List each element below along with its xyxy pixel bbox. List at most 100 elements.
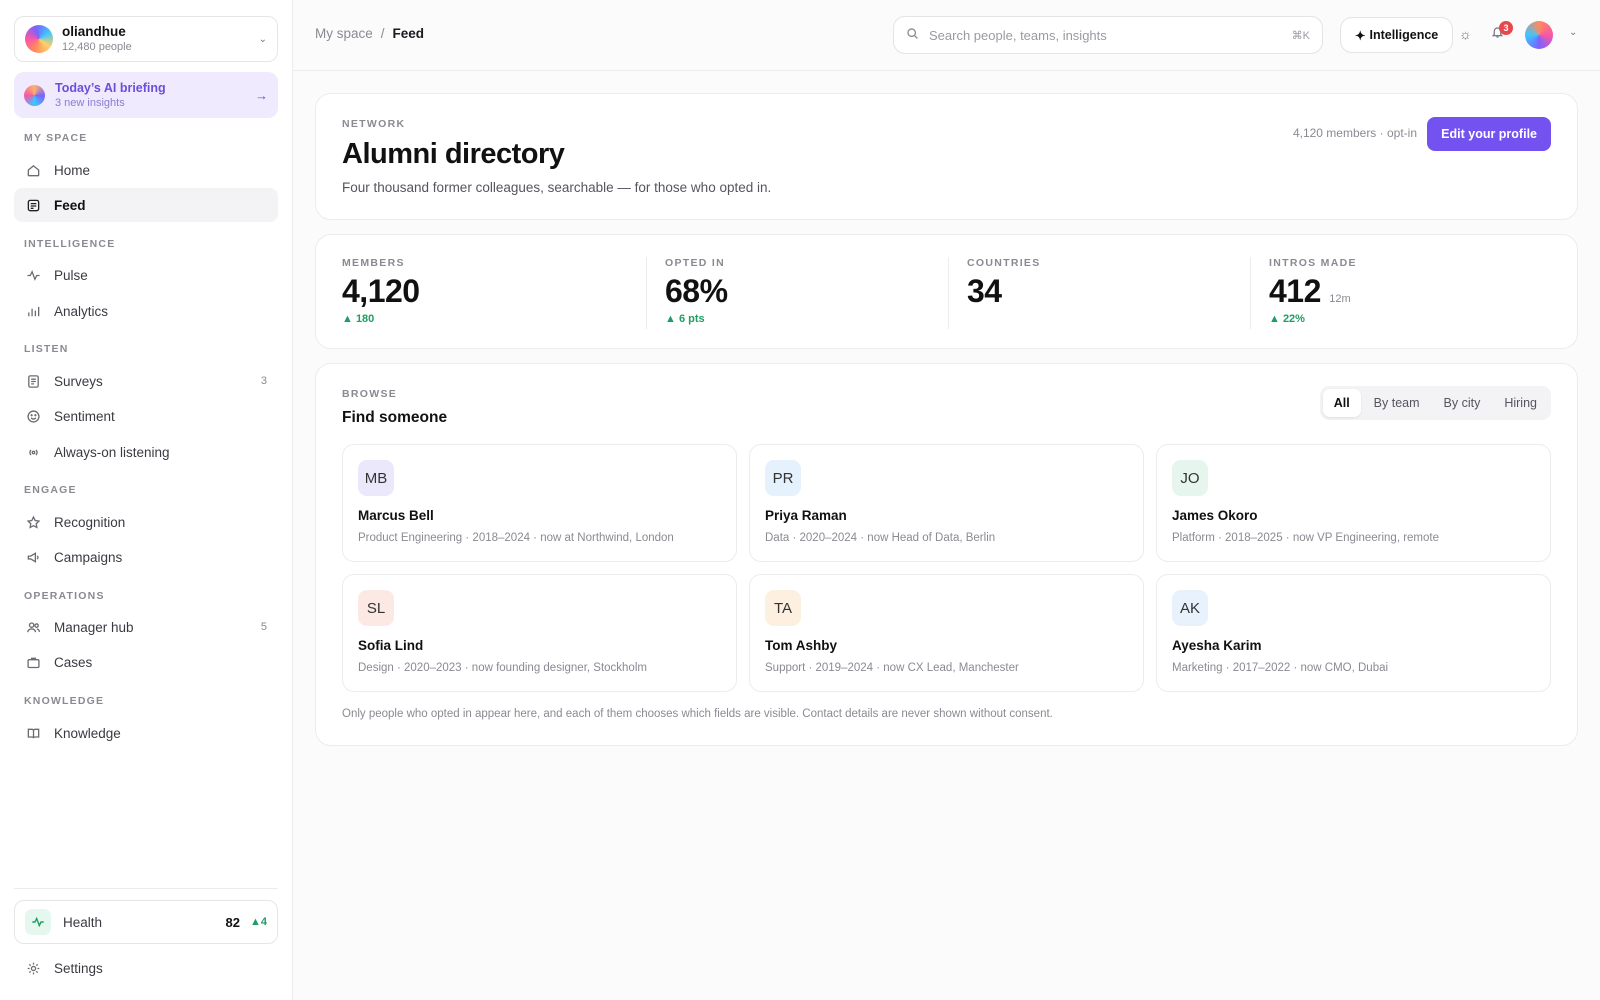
person-card[interactable]: TA Tom Ashby Support · 2019–2024 · now C…: [749, 574, 1144, 692]
search-icon: [906, 27, 919, 43]
stat-divider: [1250, 257, 1251, 329]
bell-icon[interactable]: 3: [1491, 21, 1513, 42]
person-details: Platform · 2018–2025 · now VP Engineerin…: [1172, 532, 1439, 544]
sidebar-item-pulse[interactable]: Pulse: [14, 258, 278, 292]
sidebar-item-label: Settings: [54, 960, 103, 976]
sidebar-item-label: Recognition: [54, 514, 126, 530]
person-details: Data · 2020–2024 · now Head of Data, Ber…: [765, 532, 996, 544]
browse-card: BROWSE Find someone All By team By city …: [315, 363, 1578, 746]
person-card[interactable]: SL Sofia Lind Design · 2020–2023 · now f…: [342, 574, 737, 692]
health-score: 82: [225, 914, 240, 930]
filter-by-team[interactable]: By team: [1363, 389, 1431, 417]
sidebar-item-home[interactable]: Home: [14, 153, 278, 187]
stat-label: OPTED IN: [665, 257, 725, 269]
avatar: JO: [1172, 460, 1208, 496]
sidebar-item-label: Analytics: [54, 303, 109, 319]
manager-hub-count-badge: 5: [260, 621, 267, 633]
breadcrumb: My space / Feed: [315, 26, 424, 41]
filter-by-city[interactable]: By city: [1433, 389, 1492, 417]
stat-change: ▲ 22%: [1269, 313, 1305, 325]
person-details: Design · 2020–2023 · now founding design…: [358, 662, 647, 674]
sidebar-item-cases[interactable]: Cases: [14, 645, 278, 679]
sidebar-item-sentiment[interactable]: Sentiment: [14, 399, 278, 433]
avatar: AK: [1172, 590, 1208, 626]
health-label: Health: [63, 914, 103, 930]
sidebar-item-recognition[interactable]: Recognition: [14, 505, 278, 539]
search-shortcut: ⌘K: [1291, 29, 1310, 42]
breadcrumb-current: Feed: [392, 26, 425, 41]
sidebar-item-campaigns[interactable]: Campaigns: [14, 540, 278, 574]
person-details: Marketing · 2017–2022 · now CMO, Dubai: [1172, 662, 1389, 674]
avatar: TA: [765, 590, 801, 626]
briefing-title: Today’s AI briefing: [55, 80, 166, 95]
sidebar-item-label: Campaigns: [54, 549, 123, 565]
person-card[interactable]: PR Priya Raman Data · 2020–2024 · now He…: [749, 444, 1144, 562]
sidebar-item-surveys[interactable]: Surveys 3: [14, 364, 278, 398]
avatar: SL: [358, 590, 394, 626]
nav-section-engage: ENGAGE: [24, 484, 77, 496]
person-card[interactable]: MB Marcus Bell Product Engineering · 201…: [342, 444, 737, 562]
search-bar[interactable]: ⌘K: [893, 16, 1323, 54]
briefcase-icon: [25, 654, 41, 670]
stat-value: 68%: [665, 273, 728, 309]
sidebar: oliandhue 12,480 people ⌄ Today’s AI bri…: [0, 0, 293, 1000]
sidebar-item-knowledge[interactable]: Knowledge: [14, 716, 278, 750]
avatar: MB: [358, 460, 394, 496]
breadcrumb-root[interactable]: My space: [315, 26, 373, 41]
ai-briefing-card[interactable]: Today’s AI briefing 3 new insights →: [14, 72, 278, 118]
sidebar-item-settings[interactable]: Settings: [14, 951, 278, 985]
stat-label: COUNTRIES: [967, 257, 1041, 269]
person-name: Ayesha Karim: [1172, 638, 1262, 653]
sidebar-item-label: Cases: [54, 654, 93, 670]
org-name: oliandhue: [62, 24, 126, 39]
stat-divider: [948, 257, 949, 329]
health-widget[interactable]: Health 82 ▲4: [14, 900, 278, 944]
sidebar-item-analytics[interactable]: Analytics: [14, 294, 278, 328]
nav-section-knowledge: KNOWLEDGE: [24, 695, 105, 707]
members-meta: 4,120 members · opt-in: [1292, 126, 1417, 140]
person-name: Tom Ashby: [765, 638, 838, 653]
nav-section-intelligence: INTELLIGENCE: [24, 238, 116, 250]
sidebar-item-always-on-listening[interactable]: Always-on listening: [14, 435, 278, 469]
person-name: Priya Raman: [765, 508, 847, 523]
stat-change: ▲ 6 pts: [665, 313, 705, 325]
org-switcher[interactable]: oliandhue 12,480 people ⌄: [14, 16, 278, 62]
sidebar-item-manager-hub[interactable]: Manager hub 5: [14, 610, 278, 644]
intelligence-button[interactable]: ✦ Intelligence: [1340, 17, 1454, 53]
topbar: My space / Feed ⌘K ✦ Intelligence ☼ 3 ⌄: [293, 0, 1600, 71]
person-card[interactable]: AK Ayesha Karim Marketing · 2017–2022 · …: [1156, 574, 1551, 692]
intelligence-label: Intelligence: [1369, 28, 1439, 42]
smile-icon: [25, 408, 41, 424]
org-people-count: 12,480 people: [62, 41, 132, 53]
avatar[interactable]: [1525, 21, 1553, 49]
broadcast-icon: [25, 444, 41, 460]
surveys-count-badge: 3: [260, 375, 267, 387]
directory-header-card: NETWORK Alumni directory Four thousand f…: [315, 93, 1578, 220]
stat-value: 34: [967, 273, 1002, 309]
person-card[interactable]: JO James Okoro Platform · 2018–2025 · no…: [1156, 444, 1551, 562]
edit-profile-button[interactable]: Edit your profile: [1427, 117, 1551, 151]
chevron-down-icon: ⌄: [258, 33, 267, 45]
sun-icon[interactable]: ☼: [1459, 26, 1472, 42]
sidebar-item-label: Always-on listening: [54, 444, 170, 460]
sidebar-item-label: Pulse: [54, 267, 88, 283]
sidebar-item-feed[interactable]: Feed: [14, 188, 278, 222]
section-eyebrow: BROWSE: [342, 388, 398, 400]
chevron-down-icon[interactable]: ⌄: [1569, 27, 1577, 38]
arrow-right-icon: →: [255, 87, 268, 103]
search-input[interactable]: [929, 27, 1292, 43]
filter-all[interactable]: All: [1322, 389, 1361, 417]
filter-hiring[interactable]: Hiring: [1493, 389, 1548, 417]
org-logo: [25, 25, 53, 53]
stat-label: MEMBERS: [342, 257, 405, 269]
stat-value: 412 12m: [1269, 273, 1351, 309]
health-delta: ▲4: [249, 916, 267, 928]
home-icon: [25, 162, 41, 178]
filter-segmented-control: All By team By city Hiring: [1319, 386, 1551, 420]
nav-section-operations: OPERATIONS: [24, 590, 105, 602]
person-name: Sofia Lind: [358, 638, 424, 653]
privacy-note: Only people who opted in appear here, an…: [342, 708, 1053, 720]
stat-label: INTROS MADE: [1269, 257, 1357, 269]
person-details: Support · 2019–2024 · now CX Lead, Manch…: [765, 662, 1019, 674]
page-title: Alumni directory: [342, 138, 565, 170]
